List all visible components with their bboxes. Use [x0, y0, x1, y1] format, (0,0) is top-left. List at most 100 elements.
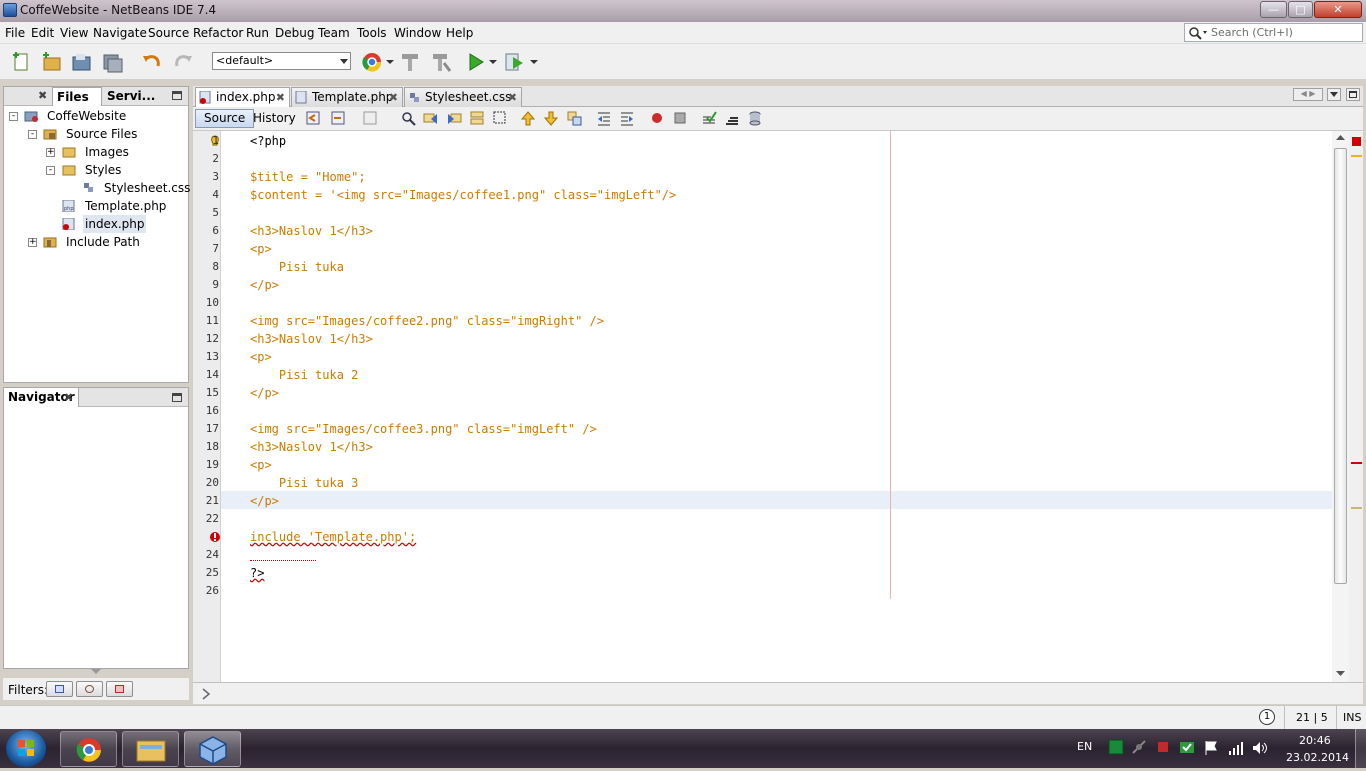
chevron-down-icon[interactable] — [386, 58, 394, 66]
last-edit-icon[interactable] — [305, 110, 321, 126]
tree-item-coffewebsite[interactable]: CoffeWebsite — [47, 107, 126, 125]
run-icon[interactable] — [465, 51, 487, 73]
save-all-icon[interactable] — [102, 51, 124, 73]
tab-template-php[interactable]: Template.php ✖ — [291, 87, 403, 107]
shift-right-icon[interactable] — [619, 110, 635, 126]
signal-strength-icon[interactable] — [1228, 740, 1244, 756]
show-desktop-button[interactable] — [1355, 729, 1366, 768]
database-icon[interactable] — [747, 110, 763, 126]
clock-time[interactable]: 20:46 — [1299, 734, 1331, 747]
find-icon[interactable] — [400, 110, 416, 126]
taskbar-explorer[interactable] — [122, 731, 179, 767]
minimize-panel-icon[interactable] — [172, 393, 182, 402]
tree-item-styles[interactable]: Styles — [85, 161, 121, 179]
tree-item-stylesheet-css[interactable]: Stylesheet.css — [104, 179, 190, 197]
clean-build-icon[interactable] — [430, 51, 452, 73]
menu-window[interactable]: Window — [394, 26, 441, 40]
tab-list-button[interactable] — [1327, 88, 1341, 101]
menu-team[interactable]: Team — [318, 26, 350, 40]
menu-file[interactable]: File — [5, 26, 25, 40]
tab-index-php[interactable]: index.php ✖ — [195, 87, 290, 108]
toggle-bookmark-icon[interactable] — [566, 110, 582, 126]
tree-item-include-path[interactable]: Include Path — [66, 233, 140, 251]
tab-stylesheet-css[interactable]: Stylesheet.css ✖ — [404, 87, 522, 107]
search-input[interactable]: Search (Ctrl+I) — [1184, 23, 1363, 42]
language-indicator[interactable]: EN — [1077, 740, 1092, 753]
expand-toggle-icon[interactable]: + — [46, 148, 55, 157]
caret-marker[interactable] — [1351, 507, 1362, 509]
taskbar-netbeans[interactable] — [184, 731, 241, 767]
start-button[interactable] — [6, 730, 46, 767]
warning-marker[interactable] — [1351, 155, 1362, 157]
taskbar-chrome[interactable] — [60, 731, 117, 767]
error-summary-marker[interactable] — [1352, 137, 1361, 146]
check-html-icon[interactable] — [701, 110, 717, 126]
find-previous-icon[interactable] — [423, 110, 439, 126]
validate-icon[interactable] — [724, 110, 740, 126]
collapse-toggle-icon[interactable]: - — [9, 112, 18, 121]
redo-icon[interactable] — [172, 51, 194, 73]
scroll-tabs-button[interactable]: ◀ ▶ — [1293, 88, 1323, 101]
chevron-down-icon[interactable] — [489, 58, 497, 66]
tree-item-template-php[interactable]: Template.php — [85, 197, 166, 215]
new-project-icon[interactable] — [41, 51, 63, 73]
maximize-button[interactable]: □ — [1288, 1, 1313, 18]
menu-navigate[interactable]: Navigate — [93, 26, 147, 40]
menu-source[interactable]: Source — [148, 26, 189, 40]
close-icon[interactable]: ✖ — [276, 88, 285, 107]
previous-bookmark-icon[interactable] — [520, 110, 536, 126]
forward-icon[interactable] — [362, 110, 378, 126]
tab-services[interactable]: Servi... — [103, 87, 155, 106]
shift-left-icon[interactable] — [596, 110, 612, 126]
filter-private-button[interactable] — [106, 681, 133, 697]
chevron-down-icon[interactable] — [530, 58, 538, 66]
tray-sync-icon[interactable] — [1179, 739, 1195, 755]
close-icon[interactable]: ✖ — [38, 89, 47, 102]
close-icon[interactable]: ✖ — [64, 391, 73, 404]
action-center-flag-icon[interactable] — [1204, 740, 1218, 756]
expand-toggle-icon[interactable]: + — [28, 238, 37, 247]
open-project-icon[interactable] — [71, 51, 93, 73]
tree-item-index-php[interactable]: index.php — [83, 215, 147, 233]
filter-fields-button[interactable] — [46, 681, 73, 697]
minimize-button[interactable]: — — [1260, 1, 1287, 18]
collapse-toggle-icon[interactable]: - — [46, 166, 55, 175]
close-icon[interactable]: ✖ — [508, 88, 517, 107]
minimize-panel-icon[interactable] — [172, 91, 182, 100]
menu-tools[interactable]: Tools — [357, 26, 387, 40]
notifications-icon[interactable]: 1 — [1259, 709, 1275, 725]
tree-item-source-files[interactable]: Source Files — [66, 125, 137, 143]
volume-icon[interactable] — [1251, 740, 1269, 756]
history-button[interactable]: History — [244, 109, 305, 128]
tray-network-off-icon[interactable] — [1131, 739, 1147, 755]
code-editor[interactable] — [221, 131, 1332, 682]
start-macro-icon[interactable] — [649, 110, 665, 126]
menu-debug[interactable]: Debug — [275, 26, 314, 40]
close-icon[interactable]: ✖ — [389, 88, 398, 107]
menu-view[interactable]: View — [60, 26, 88, 40]
tree-item-images[interactable]: Images — [85, 143, 129, 161]
menu-edit[interactable]: Edit — [31, 26, 54, 40]
chevron-down-icon[interactable] — [91, 669, 101, 675]
stop-macro-icon[interactable] — [672, 110, 688, 126]
build-hammer-icon[interactable] — [399, 51, 421, 73]
scrollbar-thumb[interactable] — [1334, 148, 1347, 584]
maximize-window-button[interactable] — [1346, 88, 1360, 101]
next-bookmark-icon[interactable] — [543, 110, 559, 126]
toggle-highlight-icon[interactable] — [492, 110, 508, 126]
find-next-icon[interactable] — [446, 110, 462, 126]
menu-help[interactable]: Help — [446, 26, 473, 40]
chevron-down-icon[interactable] — [1336, 671, 1345, 677]
new-file-icon[interactable] — [11, 51, 33, 73]
close-button[interactable]: ✕ — [1314, 1, 1362, 18]
tab-files[interactable]: Files — [52, 87, 102, 106]
find-selection-icon[interactable] — [469, 110, 485, 126]
chrome-browser-icon[interactable] — [361, 51, 383, 73]
collapse-toggle-icon[interactable]: - — [28, 130, 37, 139]
back-icon[interactable] — [330, 110, 346, 126]
menu-run[interactable]: Run — [246, 26, 269, 40]
clock-date[interactable]: 23.02.2014 — [1286, 751, 1349, 764]
undo-icon[interactable] — [141, 51, 163, 73]
tray-security-icon[interactable] — [1155, 739, 1171, 755]
error-icon[interactable] — [209, 531, 221, 543]
